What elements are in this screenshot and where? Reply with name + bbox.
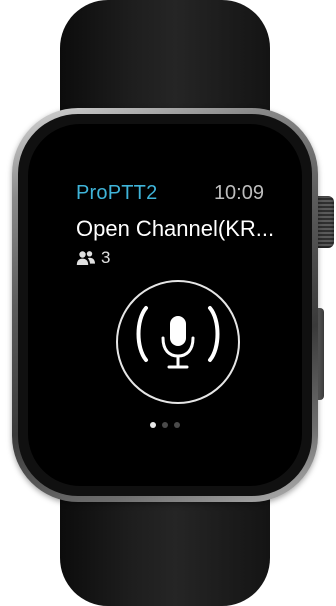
sound-wave-right-icon [208,306,220,362]
watch-mockup: ProPTT2 10:09 Open Channel(KR... 3 [0,0,336,606]
microphone-icon [161,316,195,369]
page-dot-2[interactable] [162,422,168,428]
watch-case: ProPTT2 10:09 Open Channel(KR... 3 [12,108,318,502]
page-dot-1[interactable] [150,422,156,428]
page-dot-3[interactable] [174,422,180,428]
page-indicator [28,422,302,428]
status-time: 10:09 [213,182,264,204]
member-count: 3 [76,248,110,268]
channel-name[interactable]: Open Channel(KR... [76,216,292,242]
users-icon [76,250,96,266]
watch-screen: ProPTT2 10:09 Open Channel(KR... 3 [28,124,302,486]
sound-wave-left-icon [136,306,148,362]
watch-bezel: ProPTT2 10:09 Open Channel(KR... 3 [18,114,312,496]
member-count-value: 3 [101,248,111,267]
app-title: ProPTT2 [76,182,158,204]
